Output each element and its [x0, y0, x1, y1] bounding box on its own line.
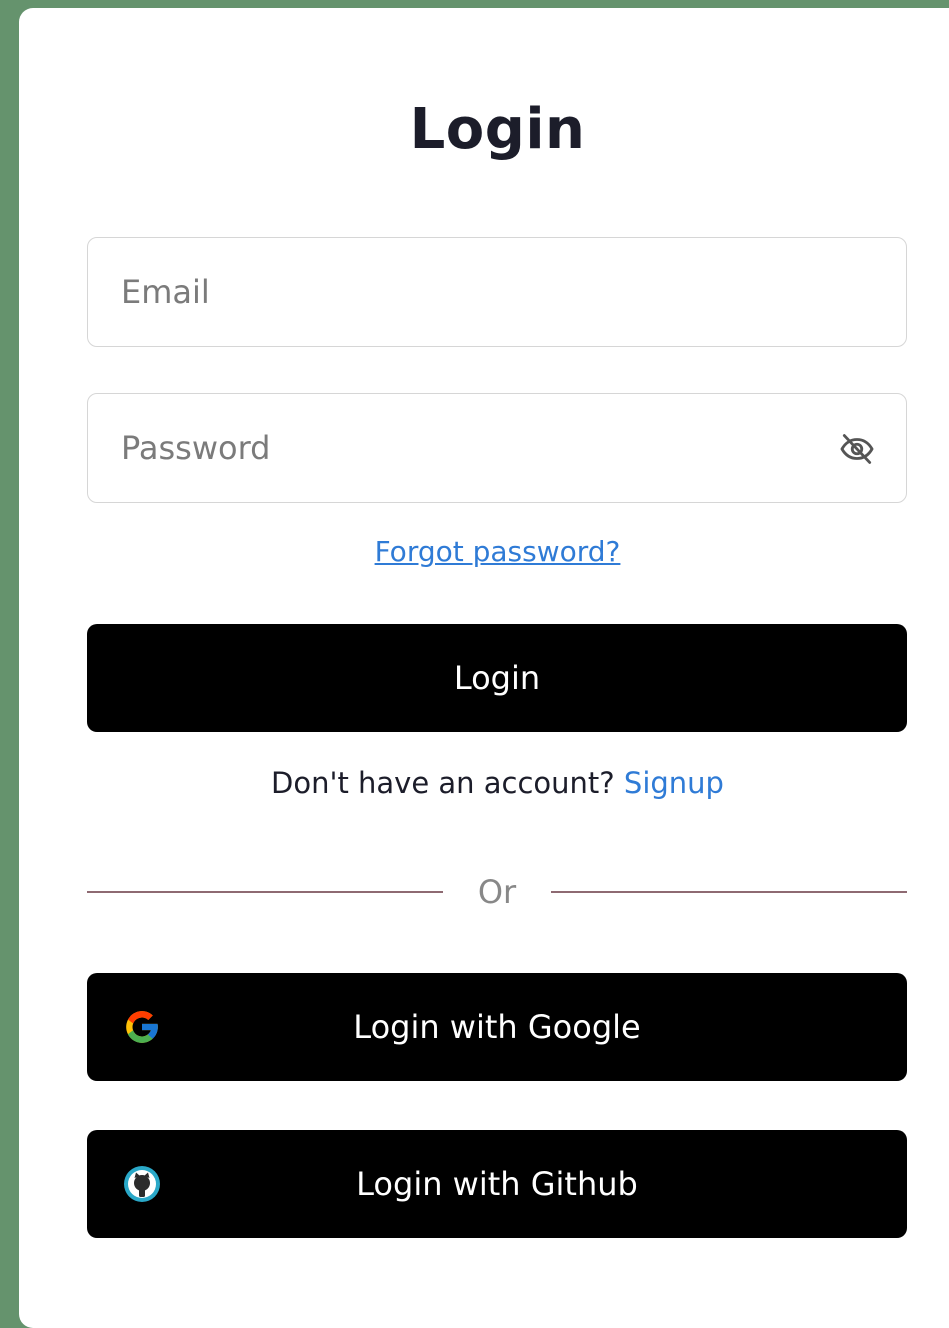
eye-slash-icon[interactable] [838, 430, 876, 468]
google-button-label: Login with Google [353, 1008, 641, 1046]
signup-link[interactable]: Signup [624, 766, 724, 800]
password-input[interactable] [88, 394, 788, 502]
email-field-container[interactable] [87, 237, 907, 347]
no-account-text: Don't have an account? [271, 766, 615, 800]
login-card: Login Forgot password? Login Don't have … [19, 8, 949, 1328]
email-input[interactable] [88, 238, 788, 346]
github-button-label: Login with Github [356, 1165, 638, 1203]
login-button-label: Login [453, 659, 541, 697]
page-title: Login [409, 97, 586, 162]
login-with-github-button[interactable]: Login with Github [87, 1130, 907, 1238]
login-with-google-button[interactable]: Login with Google [87, 973, 907, 1081]
login-button[interactable]: Login [87, 624, 907, 732]
password-field-container[interactable] [87, 393, 907, 503]
signup-prompt: Don't have an account? Signup [19, 766, 949, 800]
forgot-password-link[interactable]: Forgot password? [19, 535, 949, 568]
or-divider: Or [87, 873, 907, 913]
divider-line-right [551, 891, 907, 893]
